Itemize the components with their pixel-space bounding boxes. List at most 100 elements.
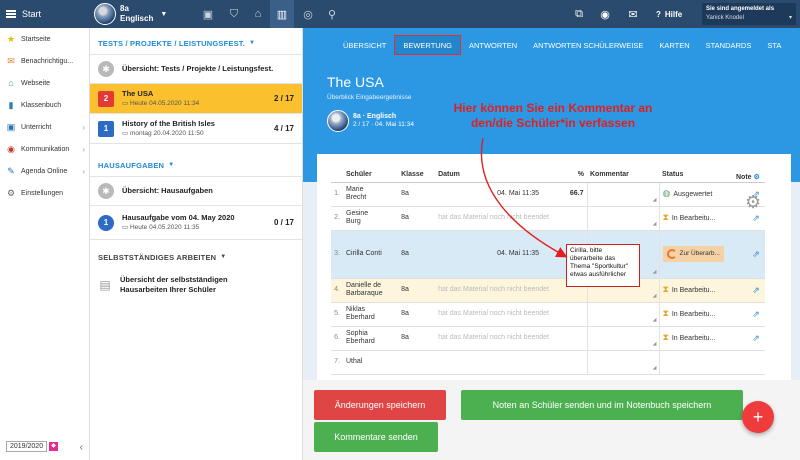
sidebar-item-agenda-online[interactable]: ✎ Agenda Online › <box>0 160 89 182</box>
sidebar-item-benachrichtigungen[interactable]: ✉ Benachrichtigu... <box>0 50 89 72</box>
external-link-icon[interactable]: ⇗ <box>747 230 765 279</box>
tab-sta[interactable]: STA <box>759 35 789 55</box>
list-item-the-usa[interactable]: 2 The USA ▭ Heute 04.05.2020 11:34 2 / 1… <box>90 84 302 114</box>
not-finished-text: hat das Material noch nicht beendet <box>435 302 587 327</box>
chart-icon[interactable]: ▥ <box>270 0 294 28</box>
comment-field[interactable] <box>586 326 660 351</box>
start-menu-button[interactable]: Start <box>0 0 90 28</box>
hourglass-icon: ⧗ <box>662 212 669 222</box>
comment-field[interactable] <box>586 350 660 375</box>
mail-icon[interactable]: ✉ <box>626 0 640 28</box>
external-link-icon[interactable]: ⇗ <box>747 326 765 351</box>
row-number: 1. <box>331 182 343 207</box>
comment-field[interactable] <box>586 206 660 231</box>
status-badge[interactable]: Zur Überarb... <box>662 246 724 262</box>
collapse-sidebar-icon[interactable]: ‹ <box>80 442 83 453</box>
submission-date: 04. Mai 11:35 <box>435 230 543 279</box>
send-comments-button[interactable]: Kommentare senden <box>314 422 438 452</box>
name-line1: Sophia <box>346 330 368 337</box>
submission-date <box>435 350 587 375</box>
external-link-icon[interactable]: ⇗ <box>747 278 765 303</box>
question-icon: ? <box>656 9 661 19</box>
cast-icon[interactable]: ⧉ <box>572 0 586 28</box>
add-button[interactable]: + <box>742 401 774 433</box>
row-number: 5. <box>331 302 343 327</box>
chevron-right-icon: › <box>82 144 85 154</box>
section-header-tests[interactable]: TESTS / PROJEKTE / LEISTUNGSFEST. ▼ <box>90 32 302 54</box>
section-title: SELBSTSTÄNDIGES ARBEITEN <box>98 252 217 262</box>
note-header[interactable]: Note ⚙ <box>736 173 760 181</box>
chevron-right-icon: › <box>82 122 85 132</box>
calendar-icon: ▭ <box>122 99 130 107</box>
tab-bewertung[interactable]: BEWERTUNG <box>394 35 461 55</box>
walk-icon[interactable]: ⚲ <box>320 0 344 28</box>
comment-field[interactable] <box>586 182 660 207</box>
section-header-selbststaendig[interactable]: SELBSTSTÄNDIGES ARBEITEN ▼ <box>90 246 302 268</box>
header-schueler[interactable]: Schüler <box>343 168 399 183</box>
school-year-selector[interactable]: 2019/2020 ◆ <box>6 441 59 452</box>
hourglass-icon: ⧗ <box>662 284 669 294</box>
page-subtitle: Überblick Eingabeergebnisse <box>327 94 412 101</box>
send-grades-button[interactable]: Noten an Schüler senden und im Notenbuch… <box>461 390 743 420</box>
tab-antworten-schuelerweise[interactable]: ANTWORTEN SCHÜLERWEISE <box>525 35 651 55</box>
user-menu[interactable]: Sie sind angemeldet als Yanick Knodel ▾ <box>702 3 796 25</box>
external-link-icon[interactable]: ⇗ <box>747 302 765 327</box>
header-pct[interactable]: % <box>542 168 587 183</box>
tab-uebersicht[interactable]: ÜBERSICHT <box>335 35 394 55</box>
list-item-overview-independent[interactable]: ▤ Übersicht der selbstständigen Hausarbe… <box>90 268 302 302</box>
header-datum[interactable]: Datum <box>435 168 543 183</box>
list-item-title: Übersicht: Tests / Projekte / Leistungsf… <box>122 64 274 73</box>
table-row: 6. Sophia Eberhard 8a hat das Material no… <box>331 326 765 351</box>
grading-card: Schüler Klasse Datum % Kommentar Status … <box>317 154 791 380</box>
table-row: 1. MarieBrecht 8a 04. Mai 11:35 66.7 ◍Au… <box>331 182 765 207</box>
school-year: 2019/2020 <box>6 441 48 452</box>
tab-antworten[interactable]: ANTWORTEN <box>461 35 525 55</box>
sidebar-item-startseite[interactable]: ★ Startseite <box>0 28 89 50</box>
class-avatar <box>327 110 349 132</box>
sidebar-item-klassenbuch[interactable]: ▮ Klassenbuch <box>0 94 89 116</box>
shield-icon[interactable]: ⛉ <box>222 0 246 28</box>
chat-icon[interactable]: ◉ <box>598 0 612 28</box>
sidebar-item-kommunikation[interactable]: ◉ Kommunikation › <box>0 138 89 160</box>
gear-icon: ⚙ <box>6 187 16 198</box>
note-label: Note <box>736 174 752 181</box>
save-changes-button[interactable]: Änderungen speichern <box>314 390 446 420</box>
briefcase-icon[interactable]: ▣ <box>196 0 220 28</box>
sidebar-item-webseite[interactable]: ⌂ Webseite <box>0 72 89 94</box>
help-button[interactable]: ? Hilfe <box>656 0 682 28</box>
bank-icon[interactable]: ⌂ <box>246 0 270 28</box>
list-item-count: 2 / 17 <box>273 94 294 103</box>
compass-icon[interactable]: ◎ <box>296 0 320 28</box>
main-content: ÜBERSICHT BEWERTUNG ANTWORTEN ANTWORTEN … <box>303 28 800 460</box>
student-class <box>398 350 436 375</box>
class-selector[interactable]: 8a Englisch ▼ <box>94 2 167 26</box>
sidebar-item-label: Einstellungen <box>21 189 64 197</box>
section-header-hausaufgaben[interactable]: HAUSAUFGABEN ▼ <box>90 154 302 176</box>
sidebar-item-label: Agenda Online <box>21 167 68 175</box>
status-cell: ⧗ In Bearbeitu... <box>659 206 747 231</box>
chevron-right-icon: › <box>82 166 85 176</box>
student-name: Niklas Eberhard <box>343 302 399 327</box>
section-title: HAUSAUFGABEN <box>98 160 165 170</box>
status-cell: ◍ Ausgewertet <box>659 182 747 207</box>
list-item-overview-homework[interactable]: ✱ Übersicht: Hausaufgaben <box>90 176 302 206</box>
gear-icon[interactable]: ⚙ <box>745 192 761 213</box>
tab-standards[interactable]: STANDARDS <box>698 35 760 55</box>
header-num <box>331 168 343 183</box>
list-item-british-isles[interactable]: 1 History of the British Isles ▭ montag … <box>90 114 302 144</box>
book-icon: ▤ <box>99 278 111 292</box>
header-status[interactable]: Status <box>659 168 747 183</box>
header-klasse[interactable]: Klasse <box>398 168 436 183</box>
student-class: 8a <box>398 230 436 279</box>
sidebar-item-einstellungen[interactable]: ⚙ Einstellungen <box>0 182 89 204</box>
list-item-homework-may[interactable]: 1 Hausaufgabe vom 04. May 2020 ▭ Heute 0… <box>90 206 302 240</box>
comment-field[interactable] <box>586 302 660 327</box>
tab-karten[interactable]: KARTEN <box>651 35 697 55</box>
top-bar: Start 8a Englisch ▼ ▣ ⛉ ⌂ ▥ ◎ ⚲ ⧉ ◉ ✉ ? … <box>0 0 800 28</box>
list-item-date: montag 20.04.2020 11:50 <box>129 129 204 137</box>
status-text: In Bearbeitu... <box>671 215 716 222</box>
user-logged-in-label: Sie sind angemeldet als <box>706 6 775 12</box>
list-item-overview-tests[interactable]: ✱ Übersicht: Tests / Projekte / Leistung… <box>90 54 302 84</box>
sidebar-item-unterricht[interactable]: ▣ Unterricht › <box>0 116 89 138</box>
comment-textarea[interactable]: Cirilla, bitte überarbeite das Thema "Sp… <box>566 244 640 287</box>
